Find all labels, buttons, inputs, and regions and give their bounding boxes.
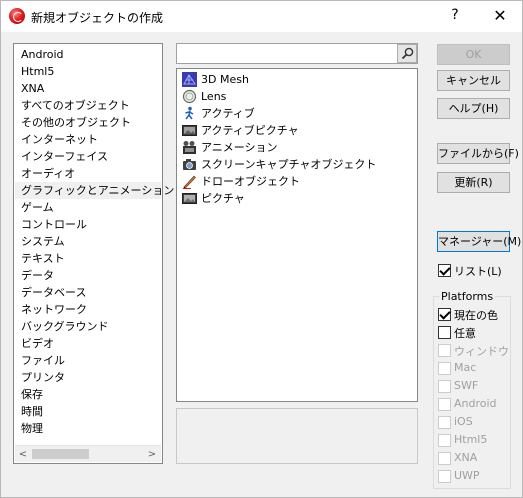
category-list[interactable]: Android Html5 XNA すべてのオブジェクト その他のオブジェクト …	[13, 43, 174, 464]
category-item[interactable]: コントロール	[15, 216, 161, 233]
refresh-button[interactable]: 更新(R)	[437, 172, 510, 193]
help-icon[interactable]: ?	[447, 7, 463, 25]
draw-object-icon	[183, 175, 196, 189]
category-item-selected[interactable]: グラフィックとアニメーション	[15, 182, 174, 199]
window-title: 新規オブジェクトの作成	[31, 11, 164, 25]
platform-label: UWP	[454, 469, 480, 482]
object-list[interactable]: 3D Mesh Lens アクティブ アクティブピクチャ アニメーション スクリ…	[176, 68, 418, 402]
category-item[interactable]: オーディオ	[15, 165, 161, 182]
category-item[interactable]: Html5	[15, 63, 161, 80]
platforms-group-title: Platforms	[439, 290, 496, 303]
picture-icon	[182, 193, 197, 204]
category-item[interactable]: Android	[15, 46, 161, 63]
platform-label: 任意	[454, 327, 476, 340]
cancel-button[interactable]: キャンセル	[437, 70, 510, 91]
search-icon	[401, 47, 414, 60]
help-button[interactable]: ヘルプ(H)	[437, 98, 510, 119]
category-item[interactable]: 物理	[15, 420, 161, 437]
3d-mesh-icon	[182, 72, 197, 87]
platform-label: ウィンドウ	[454, 345, 509, 358]
horizontal-scrollbar[interactable]: < >	[15, 445, 161, 462]
category-item[interactable]: テキスト	[15, 250, 161, 267]
preview-panel	[176, 408, 418, 464]
manager-button[interactable]: マネージャー(M)	[437, 231, 521, 252]
platform-label: Mac	[454, 361, 477, 374]
category-item[interactable]: バックグラウンド	[15, 318, 161, 335]
category-item[interactable]: プリンタ	[15, 369, 161, 386]
new-object-dialog: 新規オブジェクトの作成 ? ✕ Android Html5 XNA すべてのオブ…	[0, 0, 523, 498]
title-bar: 新規オブジェクトの作成 ? ✕	[1, 1, 522, 32]
category-item[interactable]: インターフェイス	[15, 148, 161, 165]
close-icon[interactable]: ✕	[490, 6, 510, 26]
lens-icon	[182, 89, 197, 104]
search-button[interactable]	[397, 44, 417, 63]
platform-checkbox-html5[interactable]	[438, 434, 451, 447]
category-item[interactable]: すべてのオブジェクト	[15, 97, 161, 114]
category-item[interactable]: XNA	[15, 80, 161, 97]
category-item[interactable]: 保存	[15, 386, 161, 403]
platform-checkbox-mac[interactable]	[438, 362, 451, 375]
list-checkbox[interactable]	[438, 264, 451, 277]
platform-checkbox-ios[interactable]	[438, 416, 451, 429]
list-checkbox-label: リスト(L)	[454, 265, 502, 278]
category-item[interactable]: 時間	[15, 403, 161, 420]
ok-button[interactable]: OK	[437, 44, 510, 65]
platform-label: Html5	[454, 433, 488, 446]
platform-checkbox-android[interactable]	[438, 398, 451, 411]
app-icon	[9, 8, 25, 24]
category-item[interactable]: システム	[15, 233, 161, 250]
category-item[interactable]: データ	[15, 267, 161, 284]
platform-checkbox-uwp[interactable]	[438, 470, 451, 483]
platform-checkbox-current-color[interactable]	[438, 308, 451, 321]
platform-checkbox-windows[interactable]	[438, 344, 451, 357]
active-picture-icon	[182, 125, 197, 136]
category-item[interactable]: ネットワーク	[15, 301, 161, 318]
scroll-left-icon[interactable]: <	[15, 447, 31, 462]
platform-label: iOS	[454, 415, 473, 428]
scroll-thumb[interactable]	[32, 449, 89, 459]
platform-label: XNA	[454, 451, 478, 464]
active-icon	[185, 106, 194, 120]
from-file-button[interactable]: ファイルから(F)	[437, 143, 519, 164]
screen-capture-icon	[183, 159, 196, 170]
animation-icon	[183, 141, 196, 154]
platform-label: Android	[454, 397, 497, 410]
category-item[interactable]: インターネット	[15, 131, 161, 148]
platform-checkbox-xna[interactable]	[438, 452, 451, 465]
category-item[interactable]: ビデオ	[15, 335, 161, 352]
platform-checkbox-any[interactable]	[438, 326, 451, 339]
platform-label: 現在の色	[454, 309, 498, 322]
category-item[interactable]: ファイル	[15, 352, 161, 369]
category-item[interactable]: その他のオブジェクト	[15, 114, 161, 131]
scroll-right-icon[interactable]: >	[144, 447, 160, 462]
category-item[interactable]: データベース	[15, 284, 161, 301]
search-input[interactable]	[176, 43, 418, 64]
category-item[interactable]: ゲーム	[15, 199, 161, 216]
platform-checkbox-swf[interactable]	[438, 380, 451, 393]
platform-label: SWF	[454, 379, 479, 392]
